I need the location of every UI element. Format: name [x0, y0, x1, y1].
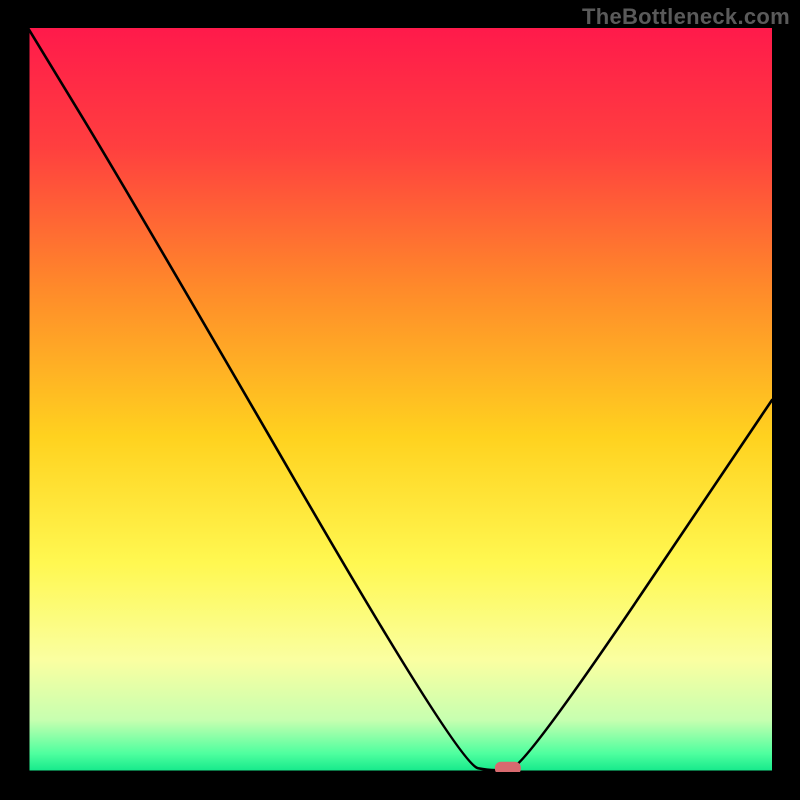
bottleneck-chart — [28, 28, 772, 772]
watermark-text: TheBottleneck.com — [582, 4, 790, 30]
gradient-background — [28, 28, 772, 772]
chart-frame: TheBottleneck.com — [0, 0, 800, 800]
optimal-marker — [495, 762, 521, 772]
